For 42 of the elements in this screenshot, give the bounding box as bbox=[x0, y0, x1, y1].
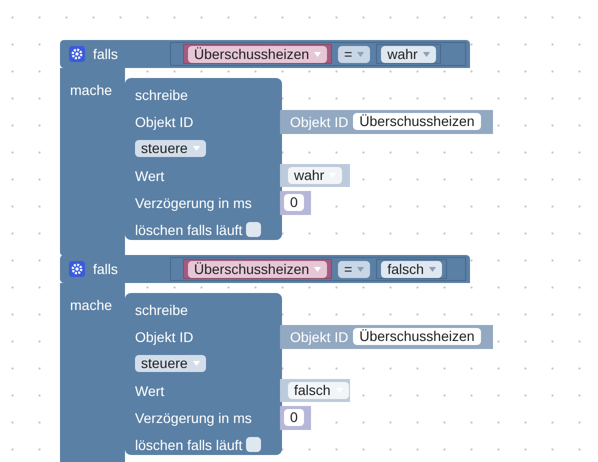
boolean-dropdown[interactable]: falsch bbox=[381, 260, 442, 278]
field-label: Objekt ID bbox=[290, 114, 348, 130]
caret-icon bbox=[314, 266, 322, 272]
object-id-field[interactable]: Überschussheizen bbox=[353, 113, 481, 130]
settings-icon[interactable] bbox=[69, 261, 85, 277]
boolean-dropdown[interactable]: falsch bbox=[288, 382, 349, 399]
caret-icon bbox=[314, 52, 322, 56]
variable-dropdown[interactable]: Überschussheizen bbox=[188, 46, 328, 62]
do-label: mache bbox=[70, 82, 112, 98]
input-label: Wert bbox=[135, 168, 164, 184]
field-label: Objekt ID bbox=[290, 328, 348, 344]
mode-dropdown[interactable]: steuere bbox=[135, 355, 206, 372]
input-label: Objekt ID bbox=[135, 328, 194, 344]
mode-dropdown[interactable]: steuere bbox=[135, 140, 206, 157]
checkbox-label: löschen falls läuft bbox=[135, 222, 242, 238]
boolean-dropdown[interactable]: wahr bbox=[381, 46, 436, 62]
caret-icon bbox=[357, 52, 364, 56]
caret-icon bbox=[192, 146, 200, 151]
input-label: Wert bbox=[135, 382, 164, 398]
input-label: Objekt ID bbox=[135, 114, 194, 130]
number-field[interactable]: 0 bbox=[284, 194, 304, 211]
operator-dropdown[interactable]: = bbox=[338, 260, 370, 278]
block-title: schreibe bbox=[135, 86, 188, 102]
boolean-dropdown[interactable]: wahr bbox=[288, 167, 342, 184]
if-label: falls bbox=[93, 46, 118, 62]
checkbox[interactable] bbox=[246, 437, 262, 452]
input-label: Verzögerung in ms bbox=[135, 194, 252, 210]
checkbox[interactable] bbox=[246, 222, 262, 237]
input-label: Verzögerung in ms bbox=[135, 410, 252, 426]
caret-icon bbox=[428, 266, 436, 272]
object-id-field[interactable]: Überschussheizen bbox=[353, 328, 481, 345]
number-field[interactable]: 0 bbox=[284, 409, 304, 426]
caret-icon bbox=[192, 361, 200, 366]
caret-icon bbox=[422, 52, 430, 56]
if-label: falls bbox=[93, 261, 118, 277]
checkbox-label: löschen falls läuft bbox=[135, 436, 242, 452]
operator-dropdown[interactable]: = bbox=[338, 46, 370, 62]
variable-dropdown[interactable]: Überschussheizen bbox=[188, 260, 328, 278]
block-title: schreibe bbox=[135, 302, 188, 318]
do-label: mache bbox=[70, 297, 112, 313]
caret-icon bbox=[357, 266, 364, 272]
settings-icon[interactable] bbox=[69, 46, 85, 62]
